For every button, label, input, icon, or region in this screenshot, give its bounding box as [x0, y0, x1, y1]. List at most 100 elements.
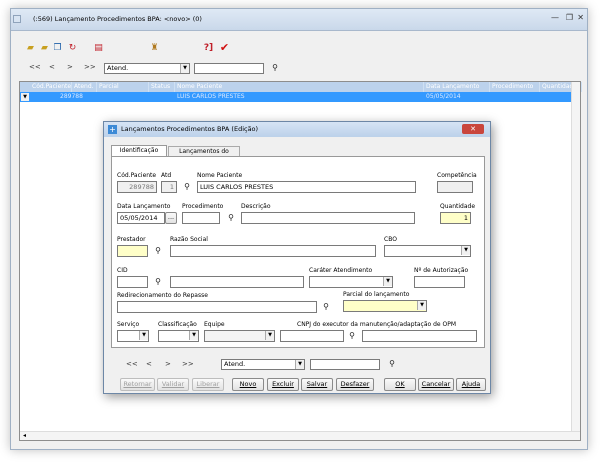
- dialog-nav-next-button[interactable]: >: [165, 360, 171, 368]
- restore-icon[interactable]: ❐: [566, 13, 573, 22]
- col-data-lancamento[interactable]: Data Lançamento: [424, 82, 490, 92]
- excluir-button[interactable]: Excluir: [267, 378, 299, 391]
- close-icon[interactable]: ✕: [577, 13, 584, 22]
- binoculars-icon[interactable]: ⚲: [153, 277, 163, 287]
- nav-first-button[interactable]: <<: [29, 63, 41, 71]
- data-lancamento-field[interactable]: 05/05/2014: [117, 212, 165, 224]
- atd-field[interactable]: 1: [161, 181, 177, 193]
- parcial-select[interactable]: ▼: [343, 300, 427, 312]
- cnpj-field[interactable]: [280, 330, 344, 342]
- dialog-filter-select[interactable]: Atend. ▼: [221, 359, 305, 370]
- binoculars-icon[interactable]: ⚲: [270, 63, 280, 73]
- col-cod-paciente[interactable]: Cód.Paciente: [30, 82, 72, 92]
- redirecionamento-label: Redirecionamento do Repasse: [117, 292, 208, 299]
- minimize-icon[interactable]: —: [551, 13, 559, 22]
- salvar-button[interactable]: Salvar: [301, 378, 333, 391]
- row-data-lancamento: 05/05/2014: [426, 93, 461, 100]
- nome-paciente-label: Nome Paciente: [197, 172, 243, 179]
- classificacao-select[interactable]: ▼: [158, 330, 199, 342]
- quantidade-field[interactable]: 1: [440, 212, 471, 224]
- edit-dialog: + Lançamentos Procedimentos BPA (Edição)…: [103, 121, 491, 394]
- dialog-nav-prev-button[interactable]: <: [146, 360, 152, 368]
- dialog-nav-last-button[interactable]: >>: [182, 360, 194, 368]
- col-nome-paciente[interactable]: Nome Paciente: [175, 82, 424, 92]
- help-icon[interactable]: ?]: [203, 43, 214, 54]
- data-lancamento-label: Data Lançamento: [117, 203, 171, 210]
- chevron-down-icon: ▼: [383, 277, 392, 286]
- servico-select[interactable]: ▼: [117, 330, 149, 342]
- equipe-label: Equipe: [204, 321, 225, 328]
- competencia-field[interactable]: [437, 181, 473, 193]
- search-input[interactable]: [194, 63, 264, 74]
- vertical-scrollbar[interactable]: [571, 82, 580, 440]
- add-icon: +: [108, 125, 117, 134]
- binoculars-icon[interactable]: ⚲: [153, 246, 163, 256]
- open-icon[interactable]: ▰: [25, 43, 36, 54]
- cid-label: CID: [117, 267, 128, 274]
- cod-paciente-field[interactable]: 289788: [117, 181, 157, 193]
- scroll-left-icon[interactable]: ◂: [23, 432, 26, 439]
- prestador-field[interactable]: [117, 245, 148, 257]
- col-status[interactable]: Status: [149, 82, 175, 92]
- nav-last-button[interactable]: >>: [84, 63, 96, 71]
- desfazer-button[interactable]: Desfazer: [336, 378, 374, 391]
- validar-button[interactable]: Validar: [157, 378, 189, 391]
- binoculars-icon[interactable]: ⚲: [387, 359, 397, 369]
- binoculars-icon[interactable]: ⚲: [182, 182, 192, 192]
- dialog-nav-first-button[interactable]: <<: [126, 360, 138, 368]
- cid-description-field[interactable]: [170, 276, 304, 288]
- nav-prev-button[interactable]: <: [49, 63, 55, 71]
- check-icon[interactable]: ✔: [219, 42, 230, 53]
- ok-button[interactable]: OK: [384, 378, 416, 391]
- novo-button[interactable]: Novo: [232, 378, 264, 391]
- cid-field[interactable]: [117, 276, 148, 288]
- dialog-title: Lançamentos Procedimentos BPA (Edição): [121, 125, 259, 133]
- col-parcial[interactable]: Parcial: [97, 82, 149, 92]
- quantidade-label: Quantidade: [440, 203, 476, 210]
- tab-identificacao[interactable]: Identificação: [111, 145, 167, 156]
- open-alt-icon[interactable]: ▰: [39, 43, 50, 54]
- copy-icon[interactable]: ❐: [52, 43, 63, 54]
- window-title: (:569) Lançamento Procedimentos BPA: <no…: [33, 15, 202, 23]
- procedimento-label: Procedimento: [182, 203, 224, 210]
- filter-select[interactable]: Atend. ▼: [104, 63, 190, 74]
- toolbar: ▰ ▰ ❐ ↻ ▤ ♜ ?] ✔: [11, 41, 587, 57]
- carater-select[interactable]: ▼: [309, 276, 393, 288]
- classificacao-label: Classificação: [158, 321, 197, 328]
- binoculars-icon[interactable]: ⚲: [226, 213, 236, 223]
- refresh-icon[interactable]: ↻: [67, 43, 78, 54]
- cancelar-button[interactable]: Cancelar: [418, 378, 454, 391]
- dialog-search-input[interactable]: [310, 359, 380, 370]
- retornar-button[interactable]: Retornar: [120, 378, 155, 391]
- tab-lancamentos-paciente[interactable]: Lançamentos do Paciente: [168, 146, 240, 164]
- row-cod-paciente: 289788: [60, 93, 83, 100]
- liberar-button[interactable]: Liberar: [192, 378, 224, 391]
- descricao-label: Descrição: [241, 203, 271, 210]
- servico-label: Serviço: [117, 321, 140, 328]
- autorizacao-field[interactable]: [414, 276, 465, 288]
- table-row[interactable]: ▼ 289788 LUIS CARLOS PRESTES 05/05/2014: [20, 92, 580, 102]
- procedimento-field[interactable]: [182, 212, 220, 224]
- binoculars-icon[interactable]: ⚲: [321, 302, 331, 312]
- nav-bar: << < > >> Atend. ▼ ⚲: [11, 61, 587, 77]
- col-atend[interactable]: Atend.: [72, 82, 97, 92]
- window-icon: [13, 15, 21, 23]
- date-picker-button[interactable]: ...: [165, 212, 177, 224]
- cbo-select[interactable]: ▼: [384, 245, 471, 257]
- equipe-select[interactable]: ▼: [204, 330, 275, 342]
- print-icon[interactable]: ♜: [149, 43, 160, 54]
- cnpj-description-field[interactable]: [362, 330, 477, 342]
- razao-social-field[interactable]: [170, 245, 376, 257]
- redirecionamento-field[interactable]: [117, 301, 317, 313]
- dialog-titlebar: + Lançamentos Procedimentos BPA (Edição)…: [104, 122, 490, 137]
- nav-next-button[interactable]: >: [67, 63, 73, 71]
- ajuda-button[interactable]: Ajuda: [456, 378, 486, 391]
- report-icon[interactable]: ▤: [93, 43, 104, 54]
- col-procedimento[interactable]: Procedimento: [490, 82, 540, 92]
- nome-paciente-field[interactable]: LUIS CARLOS PRESTES: [197, 181, 416, 193]
- horizontal-scrollbar[interactable]: ◂: [20, 431, 580, 440]
- descricao-field[interactable]: [241, 212, 415, 224]
- binoculars-icon[interactable]: ⚲: [347, 331, 357, 341]
- dialog-close-button[interactable]: ✕: [462, 124, 484, 134]
- grid-header: Cód.Paciente Atend. Parcial Status Nome …: [20, 82, 582, 92]
